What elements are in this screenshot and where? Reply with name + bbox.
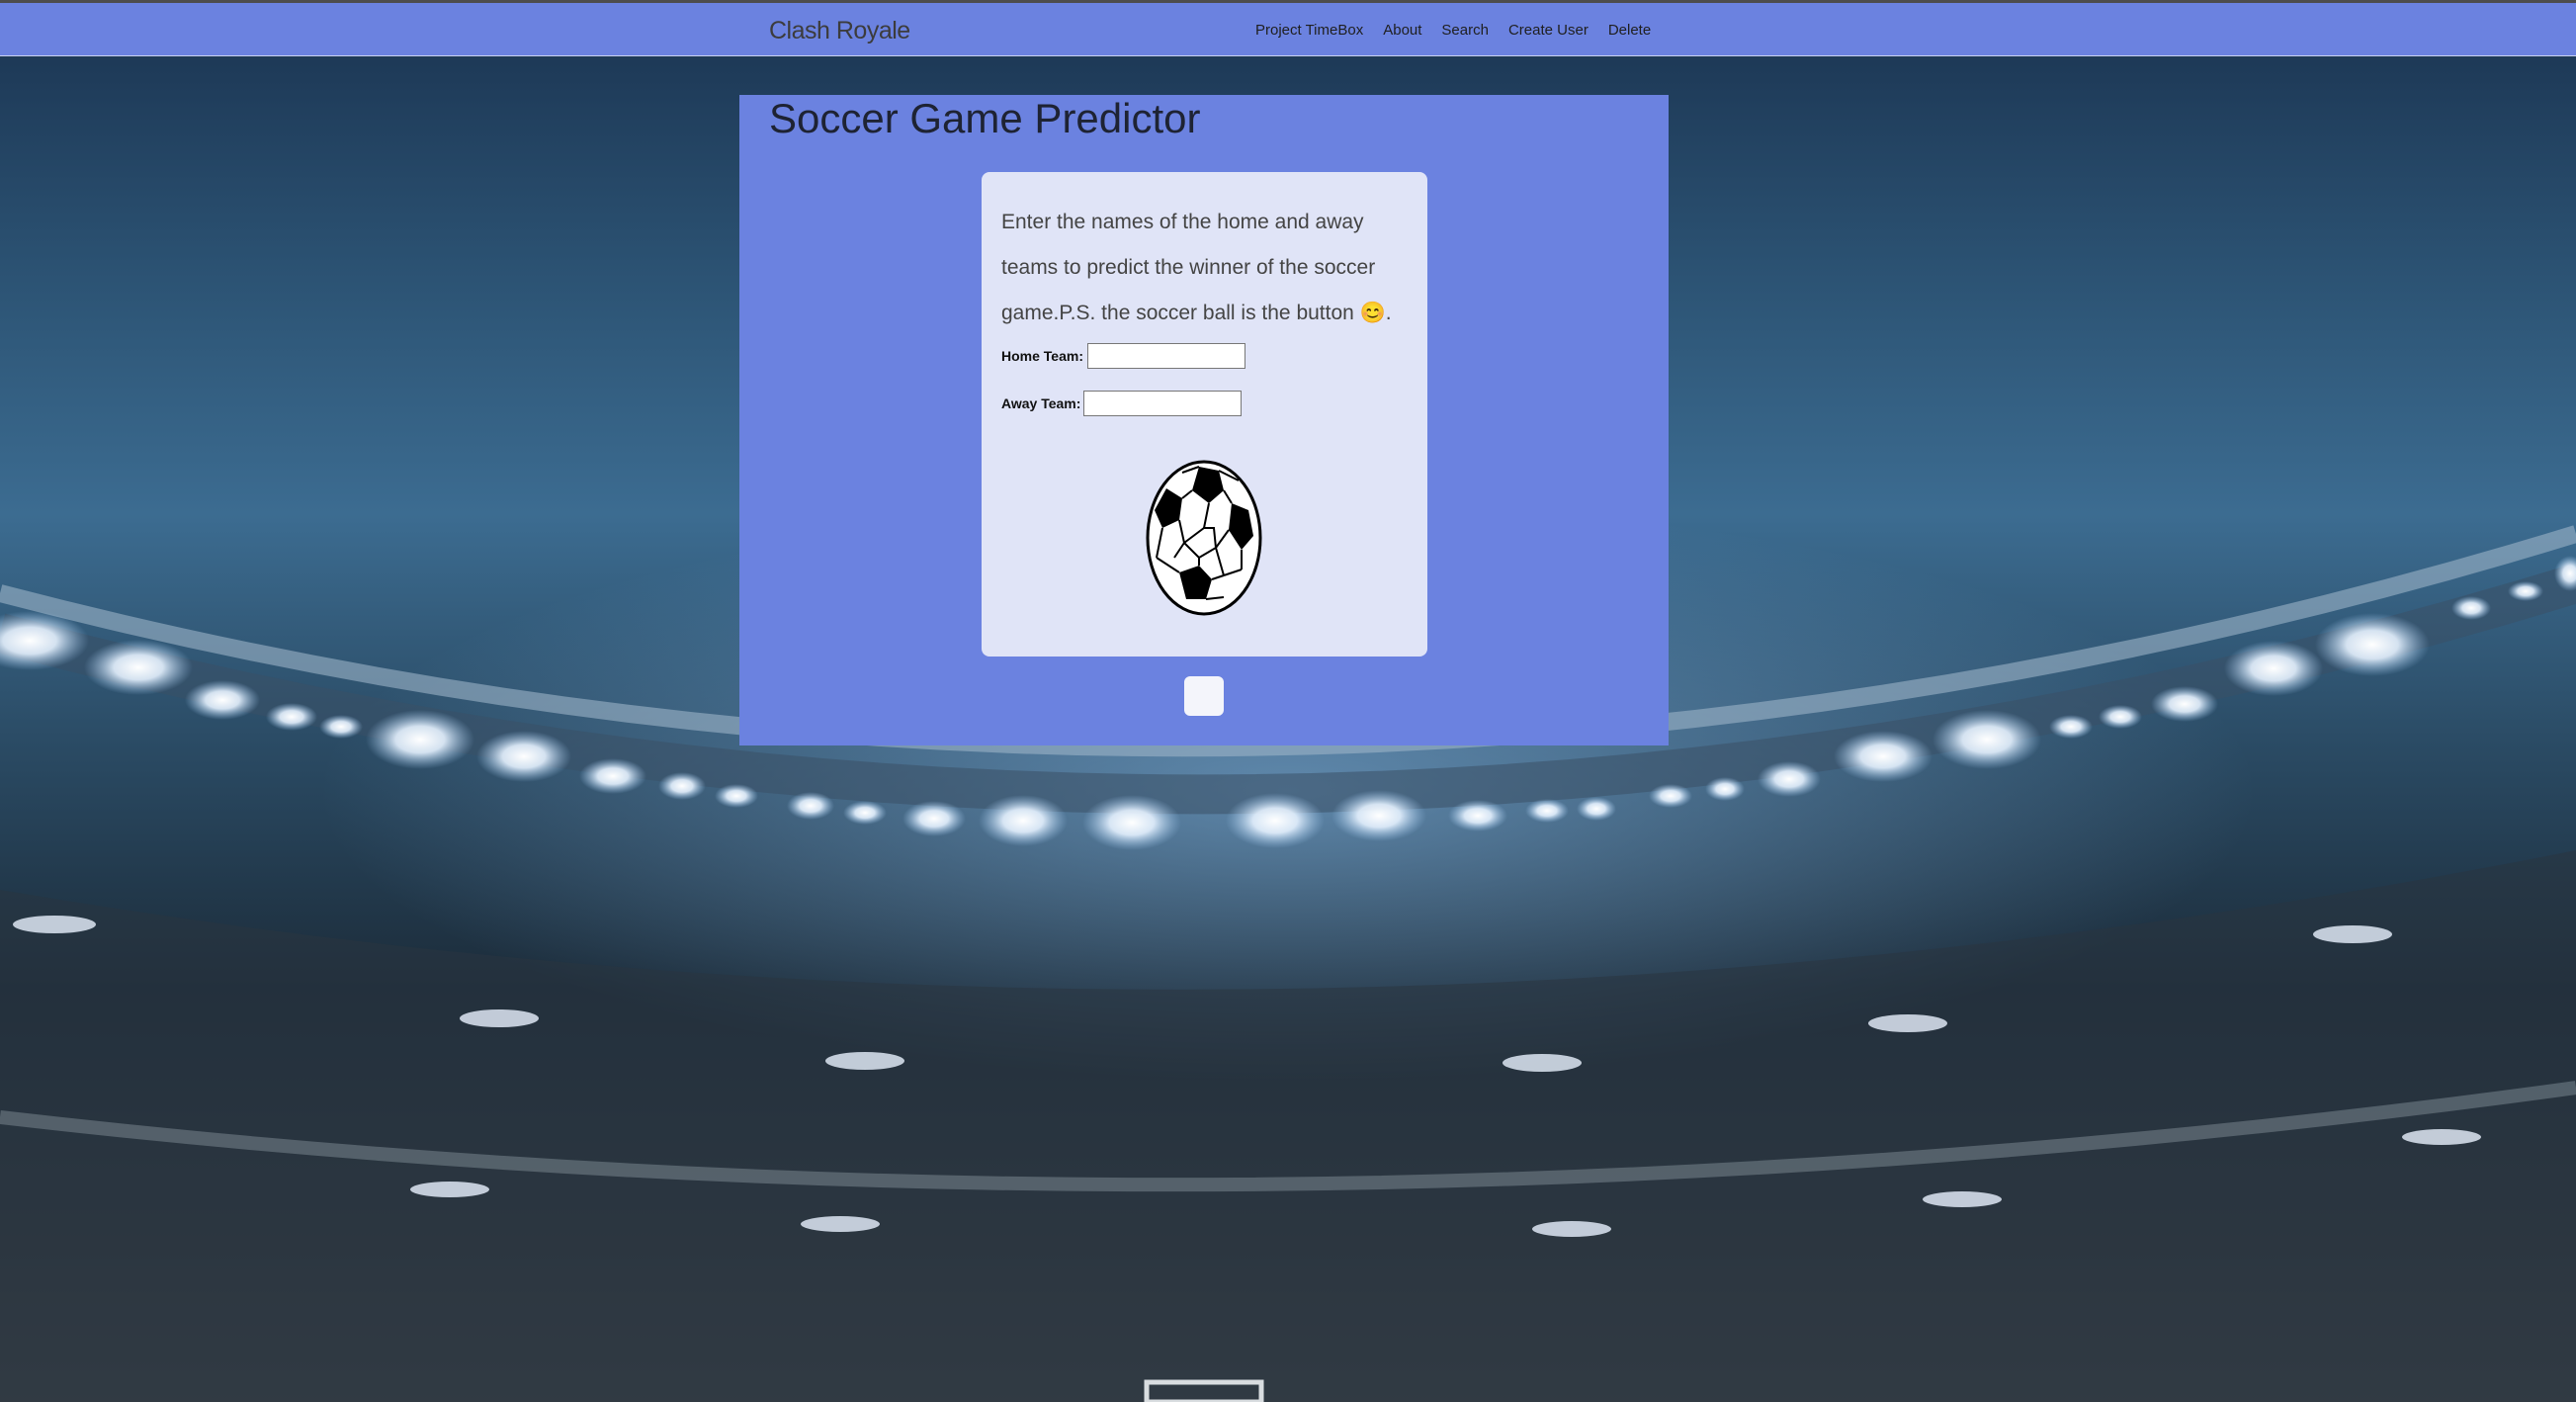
nav-link-search[interactable]: Search [1441, 22, 1489, 39]
main-panel: Soccer Game Predictor Enter the names of… [739, 95, 1669, 745]
away-team-input[interactable] [1083, 391, 1242, 416]
home-team-input[interactable] [1087, 343, 1245, 369]
soccer-ball-icon [1146, 460, 1262, 616]
nav-link-delete[interactable]: Delete [1608, 22, 1651, 39]
submit-button[interactable] [1184, 676, 1224, 716]
nav-link-about[interactable]: About [1383, 22, 1421, 39]
away-team-label: Away Team: [1001, 395, 1081, 411]
navbar: Clash Royale Project TimeBox About Searc… [0, 0, 2576, 56]
intro-text: Enter the names of the home and away tea… [1001, 211, 1392, 324]
nav-links: Project TimeBox About Search Create User… [1255, 22, 1651, 39]
brand-logo-text[interactable]: Clash Royale [769, 17, 910, 45]
page-title: Soccer Game Predictor [769, 95, 1201, 141]
home-team-label: Home Team: [1001, 348, 1083, 364]
nav-link-create-user[interactable]: Create User [1508, 22, 1589, 39]
predictor-card: Enter the names of the home and away tea… [982, 172, 1427, 657]
soccer-ball-button[interactable] [1145, 459, 1263, 617]
nav-link-project-timebox[interactable]: Project TimeBox [1255, 22, 1363, 39]
